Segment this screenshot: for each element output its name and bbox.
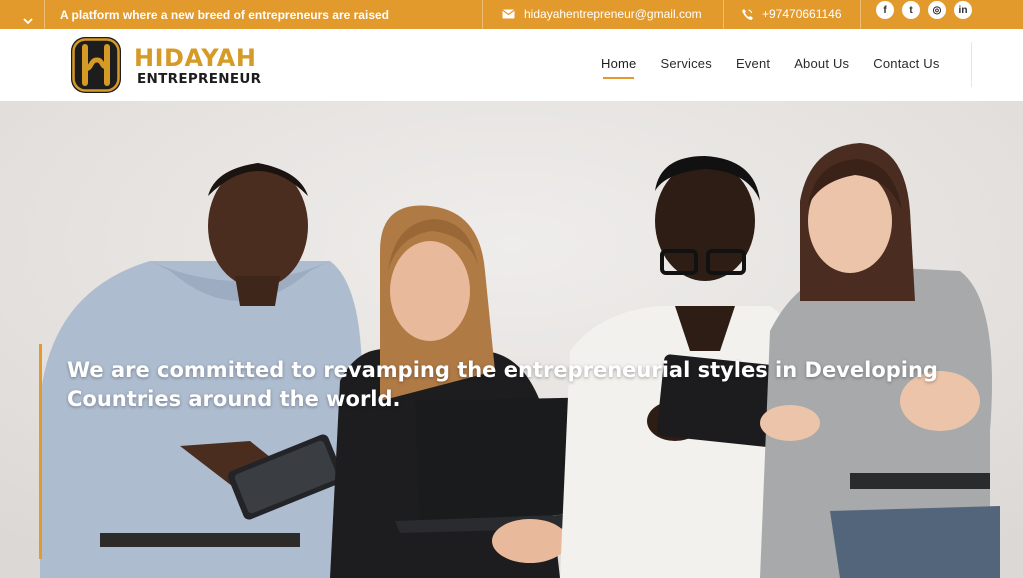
nav-item-label: Event [735,56,771,71]
chevron-down-icon[interactable] [22,16,34,26]
topbar-email[interactable]: hidayahentrepreneur@gmail.com [502,7,702,21]
linkedin-icon[interactable]: in [954,1,972,19]
nav-item-about-us[interactable]: About Us [794,56,849,71]
site-logo[interactable]: HIDAYAH ENTREPRENEUR [70,36,261,94]
facebook-icon[interactable]: f [876,1,894,19]
topbar-tagline: A platform where a new breed of entrepre… [60,8,389,22]
topbar-phone[interactable]: +97470661146 [741,7,842,21]
twitter-icon[interactable]: t [902,1,920,19]
main-nav: Home Services Event About Us Contact Us [601,56,964,79]
hero-photo-people-with-devices [0,101,1023,578]
nav-item-label: Contact Us [873,56,940,71]
hero-accent-line [39,344,42,559]
logo-subtitle: ENTREPRENEUR [137,71,262,87]
nav-item-home[interactable]: Home [601,56,637,79]
phone-text[interactable]: +97470661146 [762,7,842,21]
topbar-divider [860,0,861,29]
nav-item-label: About Us [794,56,850,71]
envelope-icon [502,9,515,19]
nav-item-label: Home [601,56,637,71]
header-divider [971,42,972,87]
logo-mark-icon [71,37,121,93]
topbar-divider [723,0,724,29]
nav-active-underline [603,77,635,79]
logo-wordmark: HIDAYAH ENTREPRENEUR [134,45,261,87]
topbar-divider [44,0,45,29]
nav-item-contact-us[interactable]: Contact Us [873,56,939,71]
nav-item-label: Services [660,56,712,71]
social-links: f t ◎ in [876,1,972,19]
hero-heading: We are committed to revamping the entrep… [67,358,938,411]
phone-icon [742,8,753,20]
logo-title: HIDAYAH [134,44,257,72]
site-header: HIDAYAH ENTREPRENEUR Home Services Event… [0,29,1023,101]
nav-item-event[interactable]: Event [736,56,770,71]
topbar-divider [482,0,483,29]
hero-section: We are committed to revamping the entrep… [0,101,1023,578]
instagram-icon[interactable]: ◎ [928,1,946,19]
nav-item-services[interactable]: Services [660,56,711,71]
email-text[interactable]: hidayahentrepreneur@gmail.com [524,7,702,21]
top-bar: A platform where a new breed of entrepre… [0,0,1023,29]
